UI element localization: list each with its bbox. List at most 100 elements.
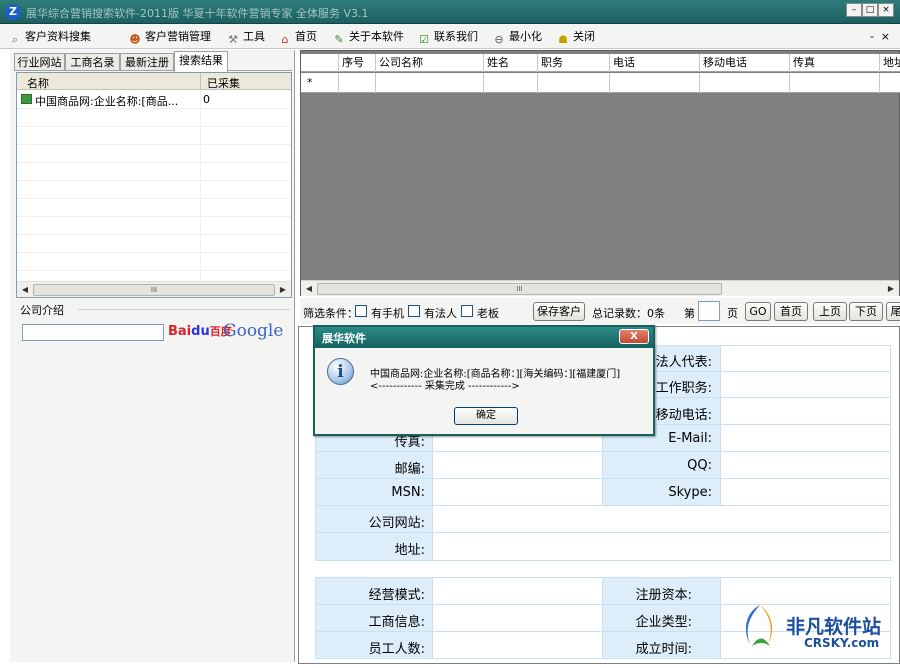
dialog-titlebar: 展华软件 X <box>315 327 653 348</box>
col-header-fax[interactable]: 传真 <box>789 54 879 72</box>
app-icon: Z <box>5 4 21 20</box>
scroll-thumb[interactable]: III <box>33 284 275 296</box>
menu-label: 关闭 <box>573 30 595 43</box>
boss-label: 老板 <box>477 307 499 320</box>
google-search-logo[interactable]: Google <box>223 321 283 341</box>
menu-close[interactable]: ☗ 关闭 <box>556 29 595 46</box>
left-panel: 行业网站 工商名录 最新注册 搜索结果 名称 已采集 中国商品网:企业名称:[商… <box>10 50 295 662</box>
baidu-bai: Bai <box>168 324 192 339</box>
grid-new-row[interactable]: * <box>301 73 900 93</box>
page-prefix: 第 <box>684 307 695 320</box>
prev-page-button[interactable]: 上页 <box>813 302 847 321</box>
form-value-cell <box>432 577 603 605</box>
data-grid: 序号 公司名称 姓名 职务 电话 移动电话 传真 地址 * ◀ III ▶ <box>300 50 900 296</box>
menu-label: 最小化 <box>509 30 542 43</box>
ok-button[interactable]: 确定 <box>454 407 518 425</box>
col-header-company[interactable]: 公司名称 <box>375 54 483 72</box>
form-value-cell <box>432 451 603 479</box>
tab-latest-registered[interactable]: 最新注册 <box>120 53 174 71</box>
menu-minimize[interactable]: ⊖ 最小化 <box>492 29 542 46</box>
company-search-input[interactable] <box>22 324 164 341</box>
col-header-position[interactable]: 职务 <box>537 54 609 72</box>
save-customer-button[interactable]: 保存客户 <box>533 302 585 321</box>
list-item-name: 中国商品网:企业名称:[商品... <box>35 95 179 108</box>
menu-label: 客户营销管理 <box>145 30 211 43</box>
menu-home[interactable]: ⌂ 首页 <box>278 29 318 46</box>
person-icon: ☻ <box>129 33 141 46</box>
company-intro-label: 公司介绍 <box>20 304 64 317</box>
menu-contact[interactable]: ☑ 联系我们 <box>417 29 478 46</box>
label-company-type: 企业类型: <box>635 615 692 630</box>
home-icon: ⌂ <box>281 33 289 46</box>
maximize-window-button[interactable]: □ <box>862 3 878 17</box>
scroll-left-icon[interactable]: ◀ <box>18 283 32 296</box>
scroll-thumb[interactable]: III <box>317 283 722 295</box>
col-header-index[interactable]: 序号 <box>338 54 375 72</box>
next-page-button[interactable]: 下页 <box>849 302 883 321</box>
scroll-right-icon[interactable]: ▶ <box>884 282 898 295</box>
form-value-cell <box>720 397 891 425</box>
menu-label: 工具 <box>243 30 265 43</box>
menu-label: 客户资料搜集 <box>25 30 91 43</box>
close-window-button[interactable]: × <box>878 3 894 17</box>
label-website: 公司网站: <box>368 516 425 531</box>
page-number-input[interactable] <box>698 301 720 321</box>
go-button[interactable]: GO <box>745 302 771 321</box>
tab-industry-sites[interactable]: 行业网站 <box>14 53 65 71</box>
cell-divider <box>609 73 610 93</box>
mdi-close-button[interactable]: × <box>881 30 890 43</box>
close-icon: ☗ <box>558 33 568 46</box>
first-page-button[interactable]: 首页 <box>774 302 808 321</box>
menu-label: 首页 <box>295 30 317 43</box>
window-title: 展华综合营销搜索软件-2011版 华夏十年软件营销专家 全体服务 V3.1 <box>26 7 369 20</box>
scroll-right-icon[interactable]: ▶ <box>276 283 290 296</box>
form-value-cell <box>720 345 891 372</box>
menu-label: 关于本软件 <box>349 30 404 43</box>
dialog-status: <------------ 采集完成 ------------> <box>370 381 520 392</box>
menu-customer-manage[interactable]: ☻ 客户营销管理 <box>128 29 211 46</box>
dialog-close-button[interactable]: X <box>619 329 649 344</box>
form-value-cell <box>720 451 891 479</box>
horizontal-scrollbar[interactable]: ◀ III ▶ <box>301 280 899 296</box>
watermark-url: CRSKY.com <box>804 636 880 650</box>
menu-customer-collect[interactable]: ⌕ 客户资料搜集 <box>8 29 91 46</box>
minimize-icon: ⊖ <box>494 33 504 46</box>
col-header-mobile[interactable]: 移动电话 <box>699 54 789 72</box>
website-value <box>432 505 891 533</box>
label-address: 地址: <box>394 543 425 558</box>
has-legal-rep-label: 有法人 <box>424 307 457 320</box>
menu-about[interactable]: ✎ 关于本软件 <box>332 29 404 46</box>
horizontal-scrollbar[interactable]: ◀ III ▶ <box>17 281 291 297</box>
list-item[interactable]: 中国商品网:企业名称:[商品... 0 <box>17 91 291 108</box>
site-icon <box>21 94 32 104</box>
cell-divider <box>375 73 376 93</box>
row-divider <box>17 198 291 199</box>
boss-checkbox[interactable] <box>461 305 473 317</box>
tab-business-directory[interactable]: 工商名录 <box>65 53 120 71</box>
menu-tools[interactable]: ⚒ 工具 <box>226 29 265 46</box>
col-header-collected[interactable]: 已采集 <box>207 75 240 91</box>
label-employee-count: 员工人数: <box>368 642 425 657</box>
has-legal-rep-checkbox[interactable] <box>408 305 420 317</box>
tab-search-results[interactable]: 搜索结果 <box>174 51 228 72</box>
has-mobile-checkbox[interactable] <box>355 305 367 317</box>
mdi-minimize-button[interactable]: - <box>870 30 874 43</box>
grid-header: 序号 公司名称 姓名 职务 电话 移动电话 传真 地址 <box>301 54 900 72</box>
col-header-phone[interactable]: 电话 <box>609 54 699 72</box>
scroll-left-icon[interactable]: ◀ <box>302 282 316 295</box>
baidu-paw: du <box>191 324 210 339</box>
minimize-window-button[interactable]: – <box>846 3 862 17</box>
row-divider <box>17 144 291 145</box>
magnifier-icon: ⌕ <box>11 33 19 46</box>
new-row-marker: * <box>307 76 313 89</box>
col-header-contact-name[interactable]: 姓名 <box>483 54 537 72</box>
filter-bar: 筛选条件： 有手机 有法人 老板 保存客户 总记录数：0条 第 页 GO 首页 … <box>300 298 900 324</box>
col-header-rowsel <box>301 54 338 72</box>
col-header-address[interactable]: 地址 <box>879 54 900 72</box>
form-value-cell <box>720 478 891 506</box>
col-header-name[interactable]: 名称 <box>27 75 49 91</box>
row-divider <box>17 216 291 217</box>
last-page-button[interactable]: 尾 <box>886 302 900 321</box>
menu-bar: ⌕ 客户资料搜集 ☻ 客户营销管理 ⚒ 工具 ⌂ 首页 ✎ 关于本软件 ☑ 联系我们 ⊖ 最小… <box>0 24 900 49</box>
form-value-cell <box>720 424 891 452</box>
